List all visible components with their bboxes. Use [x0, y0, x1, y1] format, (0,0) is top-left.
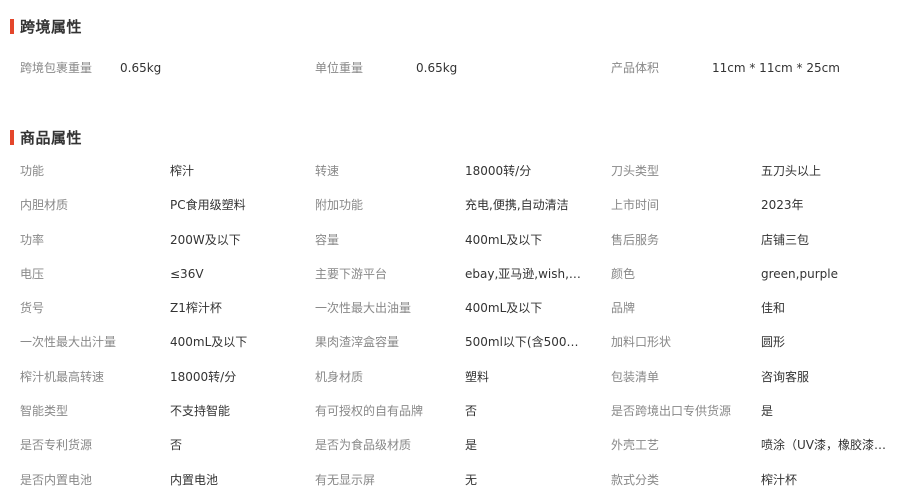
attr-label: 转速	[315, 164, 340, 178]
attr-label: 包装清单	[611, 369, 660, 384]
attr-value: 是	[761, 404, 774, 419]
attr-value: 榨汁	[170, 164, 195, 178]
attr-value: 塑料	[465, 369, 490, 384]
attr-value: 0.65kg	[120, 61, 162, 75]
attr-label: 电压	[20, 266, 45, 281]
cross-border-title-text: 跨境属性	[20, 17, 83, 36]
attr-label: 榨汁机最高转速	[20, 369, 105, 384]
attr-label: 上市时间	[611, 198, 660, 213]
attr-label: 一次性最大出汁量	[20, 335, 117, 350]
attr-value: 佳和	[761, 301, 786, 316]
attr-label: 款式分类	[611, 472, 660, 487]
attr-value: 400mL及以下	[170, 335, 248, 350]
attr-value: 咨询客服	[761, 369, 810, 384]
attr-value: PC食用级塑料	[170, 198, 246, 213]
attr-value: 圆形	[761, 335, 786, 350]
attr-label: 是否专利货源	[20, 438, 93, 453]
attr-value: ≤36V	[170, 266, 204, 281]
attr-value: 11cm * 11cm * 25cm	[712, 61, 840, 75]
attr-label: 跨境包裹重量	[20, 61, 93, 75]
attr-label: 有可授权的自有品牌	[315, 404, 424, 419]
attr-label: 加料口形状	[611, 335, 672, 350]
product-attributes-grid: 功能 榨汁 转速 18000转/分 刀头类型 五刀头以上内胆材质 PC食用级塑料 附加功能 充电…	[0, 161, 916, 504]
attr-label: 机身材质	[315, 369, 364, 384]
attr-value: 400mL及以下	[465, 232, 543, 247]
attr-row: 电压 ≤36V 主要下游平台 ebay,亚马逊,wish,速卖通 颜色 green,pur…	[0, 264, 916, 298]
attr-label: 容量	[315, 232, 340, 247]
attr-label: 有无显示屏	[315, 472, 376, 487]
attr-value: 内置电池	[170, 472, 219, 487]
attr-label: 是否跨境出口专供货源	[611, 404, 732, 419]
attr-label: 颜色	[611, 266, 636, 281]
product-title-text: 商品属性	[20, 128, 83, 147]
attr-value: 是	[465, 438, 478, 453]
attr-row: 榨汁机最高转速 18000转/分 机身材质 塑料 包装清单 咨询客服	[0, 367, 916, 401]
attr-value: 2023年	[761, 198, 804, 213]
attr-label: 一次性最大出油量	[315, 301, 412, 316]
attr-value: ebay,亚马逊,wish,速卖通	[465, 266, 585, 281]
attr-row: 是否专利货源 否 是否为食品级材质 是 外壳工艺 喷涂（UV漆，橡胶漆…	[0, 435, 916, 469]
cross-border-attributes-row: 跨境包裹重量 0.65kg 单位重量 0.65kg 产品体积 11cm * 11…	[0, 58, 916, 78]
attr-value: 充电,便携,自动清洁	[465, 198, 569, 213]
attr-value: 榨汁杯	[761, 472, 798, 487]
attr-label: 主要下游平台	[315, 266, 388, 281]
attr-label: 内胆材质	[20, 198, 69, 213]
attr-value: Z1榨汁杯	[170, 301, 222, 316]
attr-value: 18000转/分	[170, 369, 237, 384]
section-accent-bar	[10, 18, 14, 34]
attr-value: 200W及以下	[170, 232, 241, 247]
cross-border-section-title: 跨境属性	[10, 17, 83, 36]
attr-value: 店铺三包	[761, 232, 810, 247]
attr-label: 售后服务	[611, 232, 660, 247]
attr-value: 不支持智能	[170, 404, 231, 419]
attr-label: 品牌	[611, 301, 636, 316]
attr-label: 单位重量	[315, 61, 364, 75]
attr-label: 产品体积	[611, 61, 660, 75]
attr-label: 外壳工艺	[611, 438, 660, 453]
attr-value: 否	[170, 438, 183, 453]
section-accent-bar	[10, 129, 14, 145]
attr-value: 无	[465, 472, 478, 487]
attr-value: 18000转/分	[465, 164, 532, 178]
attr-label: 附加功能	[315, 198, 364, 213]
attr-label: 智能类型	[20, 404, 69, 419]
product-attributes-page: 跨境属性 跨境包裹重量 0.65kg 单位重量 0.65kg 产品体积 11cm…	[0, 0, 916, 504]
attr-row: 是否内置电池 内置电池 有无显示屏 无 款式分类 榨汁杯	[0, 470, 916, 504]
attr-row: 智能类型 不支持智能 有可授权的自有品牌 否 是否跨境出口专供货源 是	[0, 401, 916, 435]
attr-row: 功能 榨汁 转速 18000转/分 刀头类型 五刀头以上	[0, 161, 916, 195]
attr-label: 是否为食品级材质	[315, 438, 412, 453]
attr-label: 功率	[20, 232, 45, 247]
attr-value: 0.65kg	[416, 61, 458, 75]
attr-value: 500ml以下(含500ml)	[465, 335, 585, 350]
attr-row: 功率 200W及以下 容量 400mL及以下 售后服务 店铺三包	[0, 230, 916, 264]
attr-row: 货号 Z1榨汁杯 一次性最大出油量 400mL及以下 品牌 佳和	[0, 298, 916, 332]
attr-value: 否	[465, 404, 478, 419]
attr-label: 果肉渣滓盒容量	[315, 335, 400, 350]
attr-value: 五刀头以上	[761, 164, 822, 178]
attr-label: 是否内置电池	[20, 472, 93, 487]
attr-label: 货号	[20, 301, 45, 316]
attr-value: 喷涂（UV漆，橡胶漆…	[761, 438, 886, 453]
attr-label: 刀头类型	[611, 164, 660, 178]
attr-row: 一次性最大出汁量 400mL及以下 果肉渣滓盒容量 500ml以下(含500ml) 加料…	[0, 332, 916, 366]
attr-label: 功能	[20, 164, 45, 178]
product-section-title: 商品属性	[10, 128, 83, 147]
attr-value: 400mL及以下	[465, 301, 543, 316]
attr-value: green,purple	[761, 266, 838, 281]
attr-row: 内胆材质 PC食用级塑料 附加功能 充电,便携,自动清洁 上市时间 2023年	[0, 195, 916, 229]
